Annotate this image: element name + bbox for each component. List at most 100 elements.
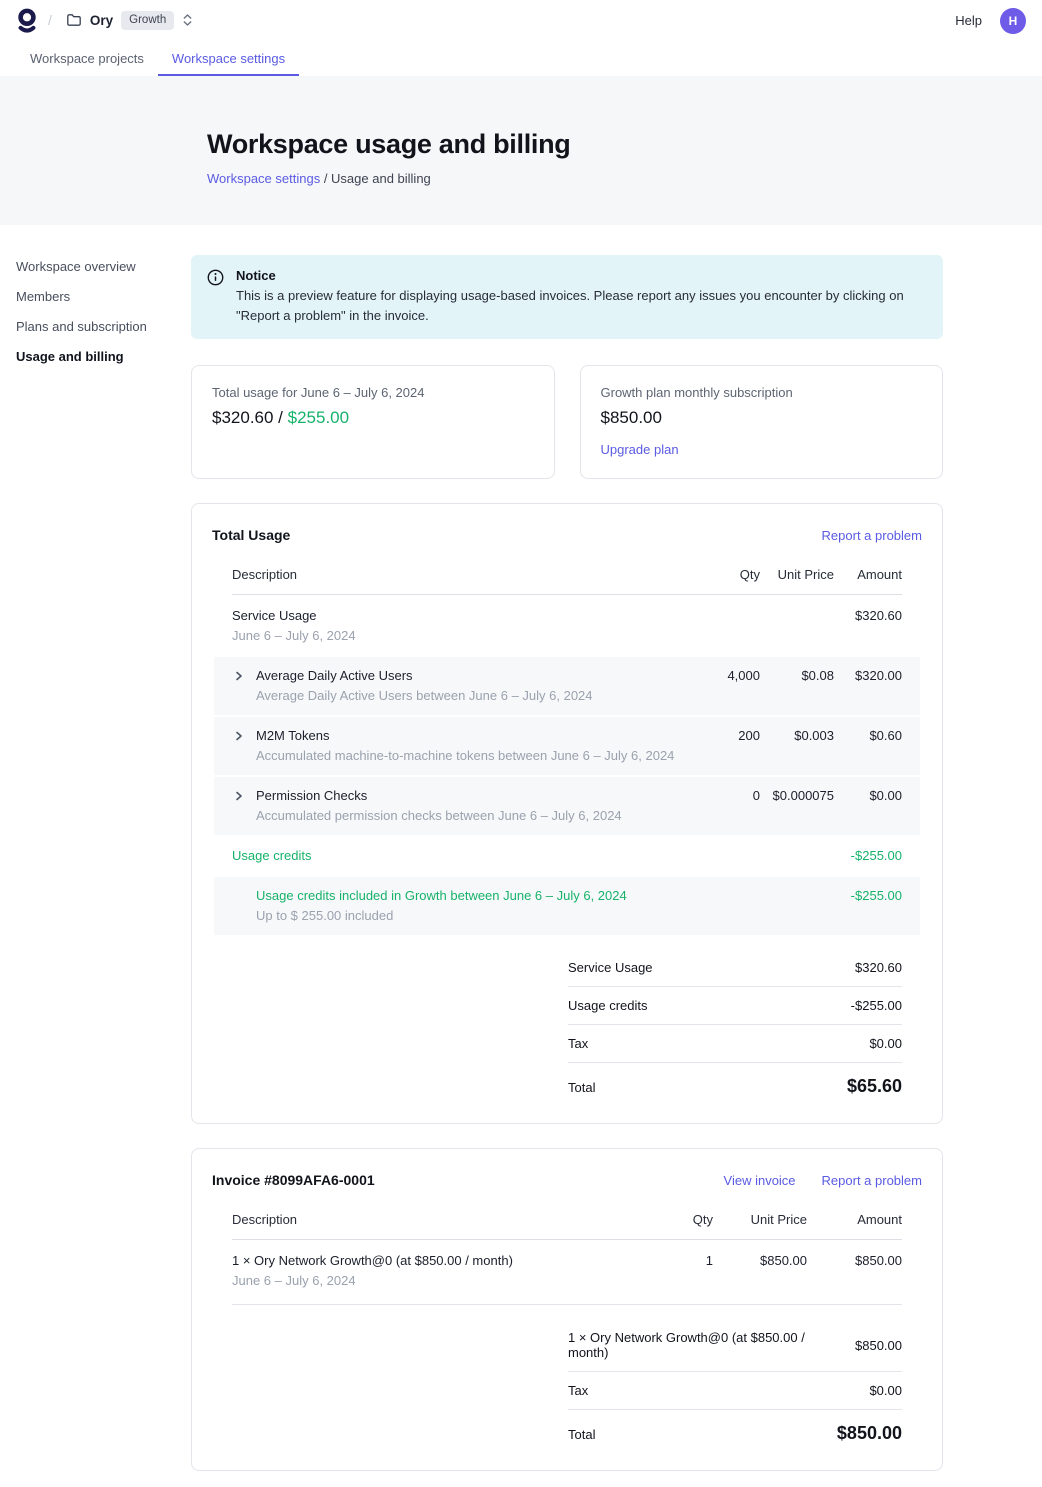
row-subtext: Up to $ 255.00 included	[256, 908, 627, 924]
row-qty: 1	[629, 1253, 713, 1269]
workspace-switcher[interactable]: Ory Growth	[62, 7, 197, 34]
sidebar-item-usage-billing[interactable]: Usage and billing	[16, 345, 191, 368]
row-amount: $0.60	[834, 728, 902, 744]
row-subtext: Accumulated machine-to-machine tokens be…	[256, 748, 674, 764]
row-amount: $320.60	[834, 608, 902, 624]
row-title: Usage credits	[232, 848, 676, 864]
total-usage-value: $320.60 / $255.00	[212, 408, 534, 428]
invoice-panel: Invoice #8099AFA6-0001 View invoice Repo…	[191, 1148, 943, 1471]
row-subtext: Average Daily Active Users between June …	[256, 688, 593, 704]
summary-label: 1 × Ory Network Growth@0 (at $850.00 / m…	[568, 1330, 818, 1360]
row-title: Average Daily Active Users	[256, 668, 593, 684]
workspace-tabs: Workspace projects Workspace settings	[0, 41, 1042, 76]
summary-row-service-usage: Service Usage $320.60	[568, 949, 902, 987]
row-subtext: June 6 – July 6, 2024	[232, 1273, 629, 1289]
sidebar-item-plans-subscription[interactable]: Plans and subscription	[16, 315, 191, 338]
row-title: Usage credits included in Growth between…	[256, 888, 627, 904]
row-unit-price: $0.000075	[760, 788, 834, 804]
summary-label: Usage credits	[568, 998, 647, 1013]
invoice-summary: 1 × Ory Network Growth@0 (at $850.00 / m…	[568, 1319, 902, 1444]
col-unit-price: Unit Price	[713, 1203, 807, 1239]
summary-row-plan: 1 × Ory Network Growth@0 (at $850.00 / m…	[568, 1319, 902, 1372]
col-amount: Amount	[807, 1203, 902, 1239]
usage-row-credits: Usage credits -$255.00	[232, 835, 902, 875]
usage-table: Description Qty Unit Price Amount Servic…	[232, 558, 902, 1097]
total-usage-panel: Total Usage Report a problem Description…	[191, 503, 943, 1124]
usage-row-credits-detail: Usage credits included in Growth between…	[214, 877, 920, 935]
summary-cards: Total usage for June 6 – July 6, 2024 $3…	[191, 365, 943, 479]
topbar: / Ory Growth Help H	[0, 0, 1042, 41]
info-circle-icon	[207, 269, 224, 326]
row-title: Service Usage	[232, 608, 676, 624]
total-label: Total	[568, 1080, 595, 1095]
usage-table-header: Description Qty Unit Price Amount	[232, 558, 902, 595]
row-unit-price: $0.003	[760, 728, 834, 744]
folder-icon	[66, 12, 82, 28]
sidebar-item-workspace-overview[interactable]: Workspace overview	[16, 255, 191, 278]
tab-workspace-settings[interactable]: Workspace settings	[158, 41, 299, 76]
tab-workspace-projects[interactable]: Workspace projects	[16, 41, 158, 76]
summary-value: $0.00	[869, 1383, 902, 1398]
invoice-title: Invoice #8099AFA6-0001	[212, 1172, 375, 1188]
invoice-table-header: Description Qty Unit Price Amount	[232, 1203, 902, 1240]
chevron-right-icon[interactable]	[232, 669, 246, 683]
report-problem-link[interactable]: Report a problem	[822, 1173, 922, 1188]
report-problem-link[interactable]: Report a problem	[822, 528, 922, 543]
usage-row-m2m-tokens[interactable]: M2M Tokens Accumulated machine-to-machin…	[214, 717, 920, 775]
row-title: M2M Tokens	[256, 728, 674, 744]
summary-row-total: Total $850.00	[568, 1410, 902, 1444]
summary-row-usage-credits: Usage credits -$255.00	[568, 987, 902, 1025]
subscription-value: $850.00	[601, 408, 923, 428]
total-label: Total	[568, 1427, 595, 1442]
col-qty: Qty	[676, 558, 760, 594]
chevron-right-icon[interactable]	[232, 729, 246, 743]
col-description: Description	[232, 1203, 629, 1239]
user-avatar[interactable]: H	[1000, 8, 1026, 34]
row-amount: $320.00	[834, 668, 902, 684]
ory-logo[interactable]	[16, 8, 38, 33]
chevron-up-down-icon	[182, 13, 193, 27]
help-link[interactable]: Help	[955, 13, 982, 28]
total-usage-label: Total usage for June 6 – July 6, 2024	[212, 385, 534, 400]
summary-value: -$255.00	[851, 998, 902, 1013]
row-qty: 200	[676, 728, 760, 744]
row-qty: 0	[676, 788, 760, 804]
row-amount: $850.00	[807, 1253, 902, 1269]
row-title: 1 × Ory Network Growth@0 (at $850.00 / m…	[232, 1253, 629, 1269]
page-title: Workspace usage and billing	[207, 129, 1042, 160]
col-description: Description	[232, 558, 676, 594]
row-unit-price: $850.00	[713, 1253, 807, 1269]
row-amount: $0.00	[834, 788, 902, 804]
settings-sidebar: Workspace overview Members Plans and sub…	[0, 255, 191, 375]
breadcrumb: Workspace settings / Usage and billing	[207, 171, 1042, 186]
row-unit-price: $0.08	[760, 668, 834, 684]
view-invoice-link[interactable]: View invoice	[724, 1173, 796, 1188]
row-subtext: Accumulated permission checks between Ju…	[256, 808, 622, 824]
usage-row-permission-checks[interactable]: Permission Checks Accumulated permission…	[214, 777, 920, 835]
summary-label: Tax	[568, 1036, 588, 1051]
total-value: $850.00	[837, 1423, 902, 1444]
summary-value: $850.00	[855, 1338, 902, 1353]
chevron-right-icon[interactable]	[232, 789, 246, 803]
row-qty: 4,000	[676, 668, 760, 684]
breadcrumb-settings-link[interactable]: Workspace settings	[207, 171, 320, 186]
summary-row-tax: Tax $0.00	[568, 1372, 902, 1410]
col-amount: Amount	[834, 558, 902, 594]
invoice-table: Description Qty Unit Price Amount 1 × Or…	[232, 1203, 902, 1444]
usage-row-daily-active-users[interactable]: Average Daily Active Users Average Daily…	[214, 657, 920, 715]
row-subtext: June 6 – July 6, 2024	[232, 628, 676, 644]
usage-amount: $320.60	[212, 408, 273, 427]
total-value: $65.60	[847, 1076, 902, 1097]
sidebar-item-members[interactable]: Members	[16, 285, 191, 308]
row-amount: -$255.00	[834, 888, 902, 904]
usage-row-service: Service Usage June 6 – July 6, 2024 $320…	[232, 595, 902, 655]
notice-banner: Notice This is a preview feature for dis…	[191, 255, 943, 339]
upgrade-plan-link[interactable]: Upgrade plan	[601, 442, 679, 457]
summary-label: Service Usage	[568, 960, 653, 975]
notice-body: This is a preview feature for displaying…	[236, 286, 927, 326]
col-qty: Qty	[629, 1203, 713, 1239]
usage-separator: /	[273, 408, 287, 427]
summary-label: Tax	[568, 1383, 588, 1398]
usage-summary: Service Usage $320.60 Usage credits -$25…	[568, 949, 902, 1097]
panel-title: Total Usage	[212, 527, 290, 543]
